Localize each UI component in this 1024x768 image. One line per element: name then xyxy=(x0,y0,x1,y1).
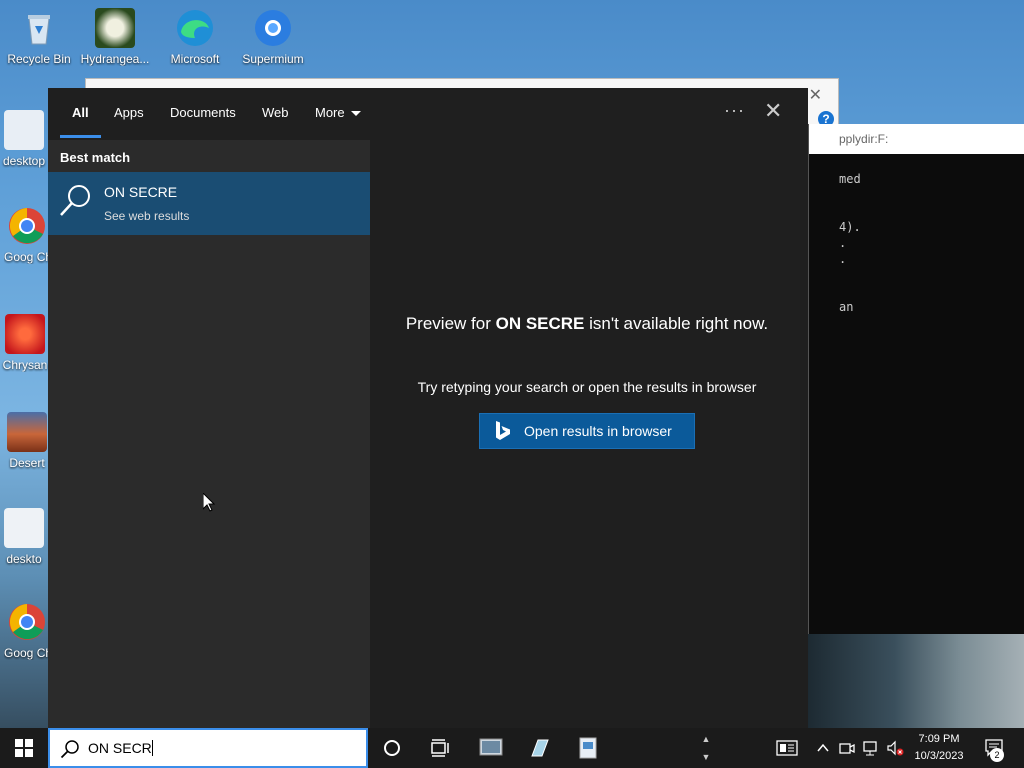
volume-muted-icon[interactable] xyxy=(886,739,904,757)
preview-pane: Preview for ON SECRE isn't available rig… xyxy=(378,152,796,728)
command-prompt-window[interactable]: pplydir:F: med 4). . . an xyxy=(808,124,1024,634)
desktop-icon-microsoft-edge[interactable]: Microsoft xyxy=(158,8,232,66)
tab-more[interactable]: More xyxy=(315,105,361,120)
desktop-icon-label: Goog Chron xyxy=(4,646,50,660)
desktop-icon-chrysanthemum[interactable]: Chrysan xyxy=(0,314,50,372)
result-title: ON SECRE xyxy=(104,184,178,200)
taskbar-search-input[interactable]: ON SECR xyxy=(48,728,368,768)
result-subtitle: See web results xyxy=(104,209,190,223)
search-flyout: All Apps Documents Web More ··· ✕ Best m… xyxy=(48,88,808,728)
search-icon xyxy=(60,740,79,759)
tab-apps[interactable]: Apps xyxy=(114,105,144,120)
search-input-value-wrap: ON SECR xyxy=(88,740,153,756)
desktop-icon-recycle-bin[interactable]: Recycle Bin xyxy=(2,8,76,66)
desktop-icon-hydrangea[interactable]: Hydrangea... xyxy=(78,8,152,66)
desktop-icon-label: deskto xyxy=(6,552,42,566)
best-match-header: Best match xyxy=(60,150,131,165)
task-view-icon[interactable] xyxy=(428,736,452,760)
best-match-result[interactable]: ON SECRE See web results xyxy=(48,172,370,235)
close-button[interactable]: ✕ xyxy=(764,98,782,124)
cmd-line: 4). xyxy=(839,220,861,234)
taskbar-scroll-arrows[interactable]: ▲ ▼ xyxy=(700,730,712,766)
close-icon[interactable]: ✕ xyxy=(809,85,822,105)
taskbar-app-icon[interactable] xyxy=(576,736,600,760)
recycle-bin-icon xyxy=(19,8,59,48)
notification-count-badge: 2 xyxy=(990,748,1004,762)
chevron-up-icon[interactable] xyxy=(814,739,832,757)
tab-more-label: More xyxy=(315,105,345,120)
chrome-icon xyxy=(7,602,47,642)
clock[interactable]: 7:09 PM 10/3/2023 xyxy=(904,731,974,765)
windows-logo-icon xyxy=(15,739,33,757)
file-icon xyxy=(4,110,44,150)
desktop-icon-google-chrome-2[interactable]: Goog Chron xyxy=(4,602,50,660)
desktop-icon-google-chrome[interactable]: Goog Chron xyxy=(4,206,50,264)
desktop-icon-label: Recycle Bin xyxy=(7,52,71,66)
open-results-label: Open results in browser xyxy=(524,423,672,439)
cmd-title-bar: pplydir:F: xyxy=(809,124,1024,154)
active-tab-indicator xyxy=(60,135,101,138)
taskbar: ON SECR ▲ ▼ 7:09 PM 10/3/2023 2 xyxy=(0,728,1024,768)
preview-hint: Try retyping your search or open the res… xyxy=(417,379,757,395)
image-thumbnail-icon xyxy=(7,412,47,452)
edge-icon xyxy=(175,8,215,48)
desktop-icon-desktop[interactable]: desktop xyxy=(0,110,50,168)
preview-query: ON SECRE xyxy=(495,314,585,333)
tab-documents[interactable]: Documents xyxy=(170,105,236,120)
search-input-value: ON SECR xyxy=(88,740,152,756)
taskbar-app-icon[interactable] xyxy=(478,736,504,760)
text-caret xyxy=(151,740,153,756)
mouse-cursor-icon xyxy=(203,493,215,512)
start-button[interactable] xyxy=(0,728,48,768)
desktop-icon-label: Microsoft xyxy=(170,52,220,66)
search-icon xyxy=(60,185,90,216)
desktop-icon-desert[interactable]: Desert xyxy=(4,412,50,470)
network-icon[interactable] xyxy=(862,739,880,757)
open-results-in-browser-button[interactable]: Open results in browser xyxy=(479,413,695,449)
desktop-icon-label: Hydrangea... xyxy=(80,52,150,66)
tab-all[interactable]: All xyxy=(72,105,89,120)
chevron-down-icon xyxy=(350,111,361,117)
supermium-icon xyxy=(253,8,293,48)
results-list: Best match ON SECRE See web results xyxy=(48,140,370,728)
cortana-icon[interactable] xyxy=(380,736,404,760)
cmd-line: . xyxy=(839,236,847,250)
image-thumbnail-icon xyxy=(5,314,45,354)
chrome-icon xyxy=(7,206,47,246)
desktop-icon-supermium[interactable]: Supermium xyxy=(236,8,310,66)
wallpaper-photo xyxy=(808,634,1024,728)
desktop-icon-deskto[interactable]: deskto xyxy=(0,508,50,566)
news-icon[interactable] xyxy=(776,739,798,757)
taskbar-app-icon[interactable] xyxy=(528,736,552,760)
image-thumbnail-icon xyxy=(95,8,135,48)
meet-now-icon[interactable] xyxy=(838,739,856,757)
file-icon xyxy=(4,508,44,548)
clock-date: 10/3/2023 xyxy=(914,750,964,762)
clock-time: 7:09 PM xyxy=(918,733,960,745)
desktop-icon-label: desktop xyxy=(2,154,46,168)
desktop-icon-label: Supermium xyxy=(242,52,304,66)
more-options-button[interactable]: ··· xyxy=(724,100,745,121)
preview-suffix: isn't available right now. xyxy=(584,314,769,333)
bing-icon xyxy=(496,421,510,440)
search-tab-bar: All Apps Documents Web More ··· ✕ xyxy=(48,88,808,140)
preview-message: Preview for ON SECRE isn't available rig… xyxy=(398,312,776,336)
cmd-line: an xyxy=(839,300,854,314)
desktop-icon-label: Desert xyxy=(9,456,45,470)
cmd-line: . xyxy=(839,252,847,266)
desktop-icon-label: Chrysan xyxy=(2,358,48,372)
cmd-line: med xyxy=(839,172,861,186)
desktop-icon-label: Goog Chron xyxy=(4,250,50,264)
tab-web[interactable]: Web xyxy=(262,105,289,120)
preview-prefix: Preview for xyxy=(405,314,496,333)
